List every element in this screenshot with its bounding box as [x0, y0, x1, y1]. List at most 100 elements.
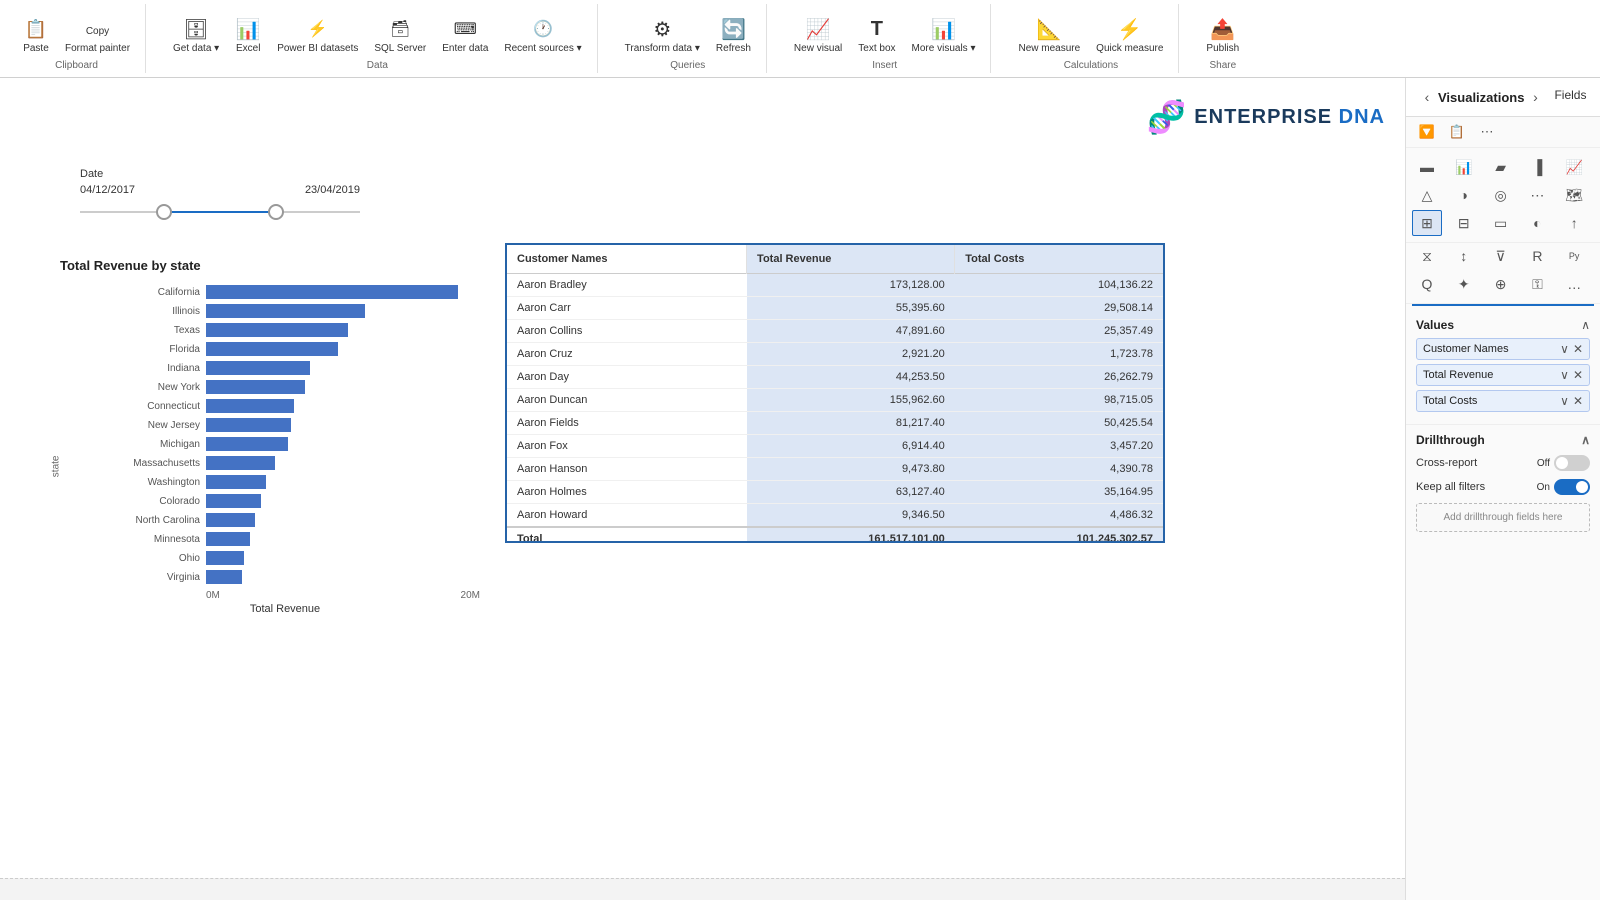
- paste-button[interactable]: 📋 Paste: [18, 14, 54, 56]
- fields-tab[interactable]: Fields: [1550, 86, 1590, 108]
- r-visual-icon[interactable]: R: [1522, 243, 1552, 269]
- bar-row[interactable]: Virginia: [90, 570, 480, 584]
- smart-icon[interactable]: ✦: [1449, 271, 1479, 297]
- transform-button[interactable]: ⚙ Transform data ▾: [620, 14, 705, 56]
- copy-button[interactable]: Copy: [60, 24, 135, 39]
- more-viz-icon[interactable]: …: [1559, 271, 1589, 297]
- recent-sources-button[interactable]: 🕐 Recent sources ▾: [499, 14, 586, 56]
- new-visual-button[interactable]: 📈 New visual: [789, 14, 847, 56]
- funnel-icon[interactable]: ⊽: [1486, 243, 1516, 269]
- field-customer-remove[interactable]: ✕: [1573, 342, 1583, 356]
- table-row[interactable]: Aaron Holmes 63,127.40 35,164.95: [507, 481, 1163, 504]
- bar-row[interactable]: Connecticut: [90, 399, 480, 413]
- bar-label: California: [90, 287, 200, 298]
- stacked-bar-icon[interactable]: ▰: [1486, 154, 1516, 180]
- drillthrough-collapse[interactable]: ∧: [1581, 433, 1590, 447]
- bar-row[interactable]: Ohio: [90, 551, 480, 565]
- table-row[interactable]: Aaron Fields 81,217.40 50,425.54: [507, 412, 1163, 435]
- bar-row[interactable]: New Jersey: [90, 418, 480, 432]
- table-viz-icon[interactable]: ⊞: [1412, 210, 1442, 236]
- bar-row[interactable]: Colorado: [90, 494, 480, 508]
- pie-chart-icon[interactable]: ◑: [1449, 182, 1479, 208]
- field-costs-expand[interactable]: ∨: [1560, 394, 1569, 408]
- excel-button[interactable]: 📊 Excel: [230, 14, 266, 56]
- table-row[interactable]: Aaron Collins 47,891.60 25,357.49: [507, 320, 1163, 343]
- values-collapse[interactable]: ∧: [1581, 318, 1590, 332]
- table-row[interactable]: Aaron Fox 6,914.40 3,457.20: [507, 435, 1163, 458]
- bar-chart-area: California Illinois Texas Florida Indian…: [90, 285, 480, 584]
- filter-row: 🔽 📋 ⋯: [1406, 117, 1600, 148]
- date-slider[interactable]: [80, 202, 360, 222]
- bar-row[interactable]: Michigan: [90, 437, 480, 451]
- table-row[interactable]: Aaron Howard 9,346.50 4,486.32: [507, 504, 1163, 528]
- bar-fill: [206, 437, 288, 451]
- col-header-costs: Total Costs: [955, 245, 1163, 274]
- bar-row[interactable]: Texas: [90, 323, 480, 337]
- bar-row[interactable]: Florida: [90, 342, 480, 356]
- bar-row[interactable]: Illinois: [90, 304, 480, 318]
- power-bi-button[interactable]: ⚡ Power BI datasets: [272, 14, 363, 56]
- text-box-button[interactable]: T Text box: [853, 14, 900, 56]
- new-measure-label: New measure: [1018, 43, 1080, 54]
- line-chart-icon[interactable]: 📈: [1559, 154, 1589, 180]
- field-costs-remove[interactable]: ✕: [1573, 394, 1583, 408]
- cell-costs: 26,262.79: [955, 366, 1163, 389]
- area-chart-icon[interactable]: △: [1412, 182, 1442, 208]
- cross-report-toggle[interactable]: [1554, 455, 1590, 471]
- table-row[interactable]: Aaron Bradley 173,128.00 104,136.22: [507, 274, 1163, 297]
- table-scroll[interactable]: Customer Names Total Revenue Total Costs…: [507, 245, 1163, 541]
- gauge-icon[interactable]: ◐: [1522, 210, 1552, 236]
- bar-outer: [206, 285, 480, 299]
- format-painter-button[interactable]: Format painter: [60, 41, 135, 56]
- py-visual-icon[interactable]: Py: [1559, 243, 1589, 269]
- kpi-icon[interactable]: ↑: [1559, 210, 1589, 236]
- field-revenue-remove[interactable]: ✕: [1573, 368, 1583, 382]
- bar-row[interactable]: Minnesota: [90, 532, 480, 546]
- table-row[interactable]: Aaron Hanson 9,473.80 4,390.78: [507, 458, 1163, 481]
- bar-chart-icon[interactable]: ▬: [1412, 154, 1442, 180]
- matrix-icon[interactable]: ⊟: [1449, 210, 1479, 236]
- stacked-col-icon[interactable]: ▐: [1522, 154, 1552, 180]
- bar-fill: [206, 304, 365, 318]
- quick-measure-button[interactable]: ⚡ Quick measure: [1091, 14, 1168, 56]
- bar-row[interactable]: New York: [90, 380, 480, 394]
- panel-prev-button[interactable]: ‹: [1416, 86, 1438, 108]
- bar-row[interactable]: North Carolina: [90, 513, 480, 527]
- field-revenue-expand[interactable]: ∨: [1560, 368, 1569, 382]
- enter-data-button[interactable]: ⌨ Enter data: [437, 14, 493, 56]
- map-icon[interactable]: 🗺: [1559, 182, 1589, 208]
- slider-thumb-left[interactable]: [156, 204, 172, 220]
- waterfall-icon[interactable]: ↕: [1449, 243, 1479, 269]
- more-options-icon-button[interactable]: ⋯: [1474, 121, 1500, 143]
- bar-row[interactable]: Massachusetts: [90, 456, 480, 470]
- get-data-button[interactable]: 🗄 Get data ▾: [168, 14, 224, 56]
- panel-next-button[interactable]: ›: [1524, 86, 1546, 108]
- field-customer-expand[interactable]: ∨: [1560, 342, 1569, 356]
- table-row[interactable]: Aaron Day 44,253.50 26,262.79: [507, 366, 1163, 389]
- table-row[interactable]: Aaron Cruz 2,921.20 1,723.78: [507, 343, 1163, 366]
- bar-row[interactable]: Indiana: [90, 361, 480, 375]
- slicer-icon[interactable]: ⧖: [1412, 243, 1442, 269]
- more-visuals-button[interactable]: 📊 More visuals ▾: [907, 14, 981, 56]
- calculations-label: Calculations: [1064, 60, 1118, 71]
- decomp-icon[interactable]: ⊕: [1486, 271, 1516, 297]
- scatter-icon[interactable]: ⋯: [1522, 182, 1552, 208]
- keep-filters-toggle[interactable]: [1554, 479, 1590, 495]
- table-row[interactable]: Aaron Carr 55,395.60 29,508.14: [507, 297, 1163, 320]
- key-inf-icon[interactable]: ⚿: [1522, 271, 1552, 297]
- refresh-button[interactable]: 🔄 Refresh: [711, 14, 756, 56]
- publish-button[interactable]: 📤 Publish: [1201, 14, 1244, 56]
- new-measure-button[interactable]: 📐 New measure: [1013, 14, 1085, 56]
- card-icon[interactable]: ▭: [1486, 210, 1516, 236]
- bar-row[interactable]: California: [90, 285, 480, 299]
- table-row[interactable]: Aaron Duncan 155,962.60 98,715.05: [507, 389, 1163, 412]
- filter-icon-button[interactable]: 🔽: [1414, 121, 1440, 143]
- qna-icon[interactable]: Q: [1412, 271, 1442, 297]
- column-chart-icon[interactable]: 📊: [1449, 154, 1479, 180]
- donut-chart-icon[interactable]: ◎: [1486, 182, 1516, 208]
- bar-label: North Carolina: [90, 515, 200, 526]
- clipboard-icon-button[interactable]: 📋: [1444, 121, 1470, 143]
- bar-row[interactable]: Washington: [90, 475, 480, 489]
- sql-button[interactable]: 🗃 SQL Server: [369, 14, 431, 56]
- slider-thumb-right[interactable]: [268, 204, 284, 220]
